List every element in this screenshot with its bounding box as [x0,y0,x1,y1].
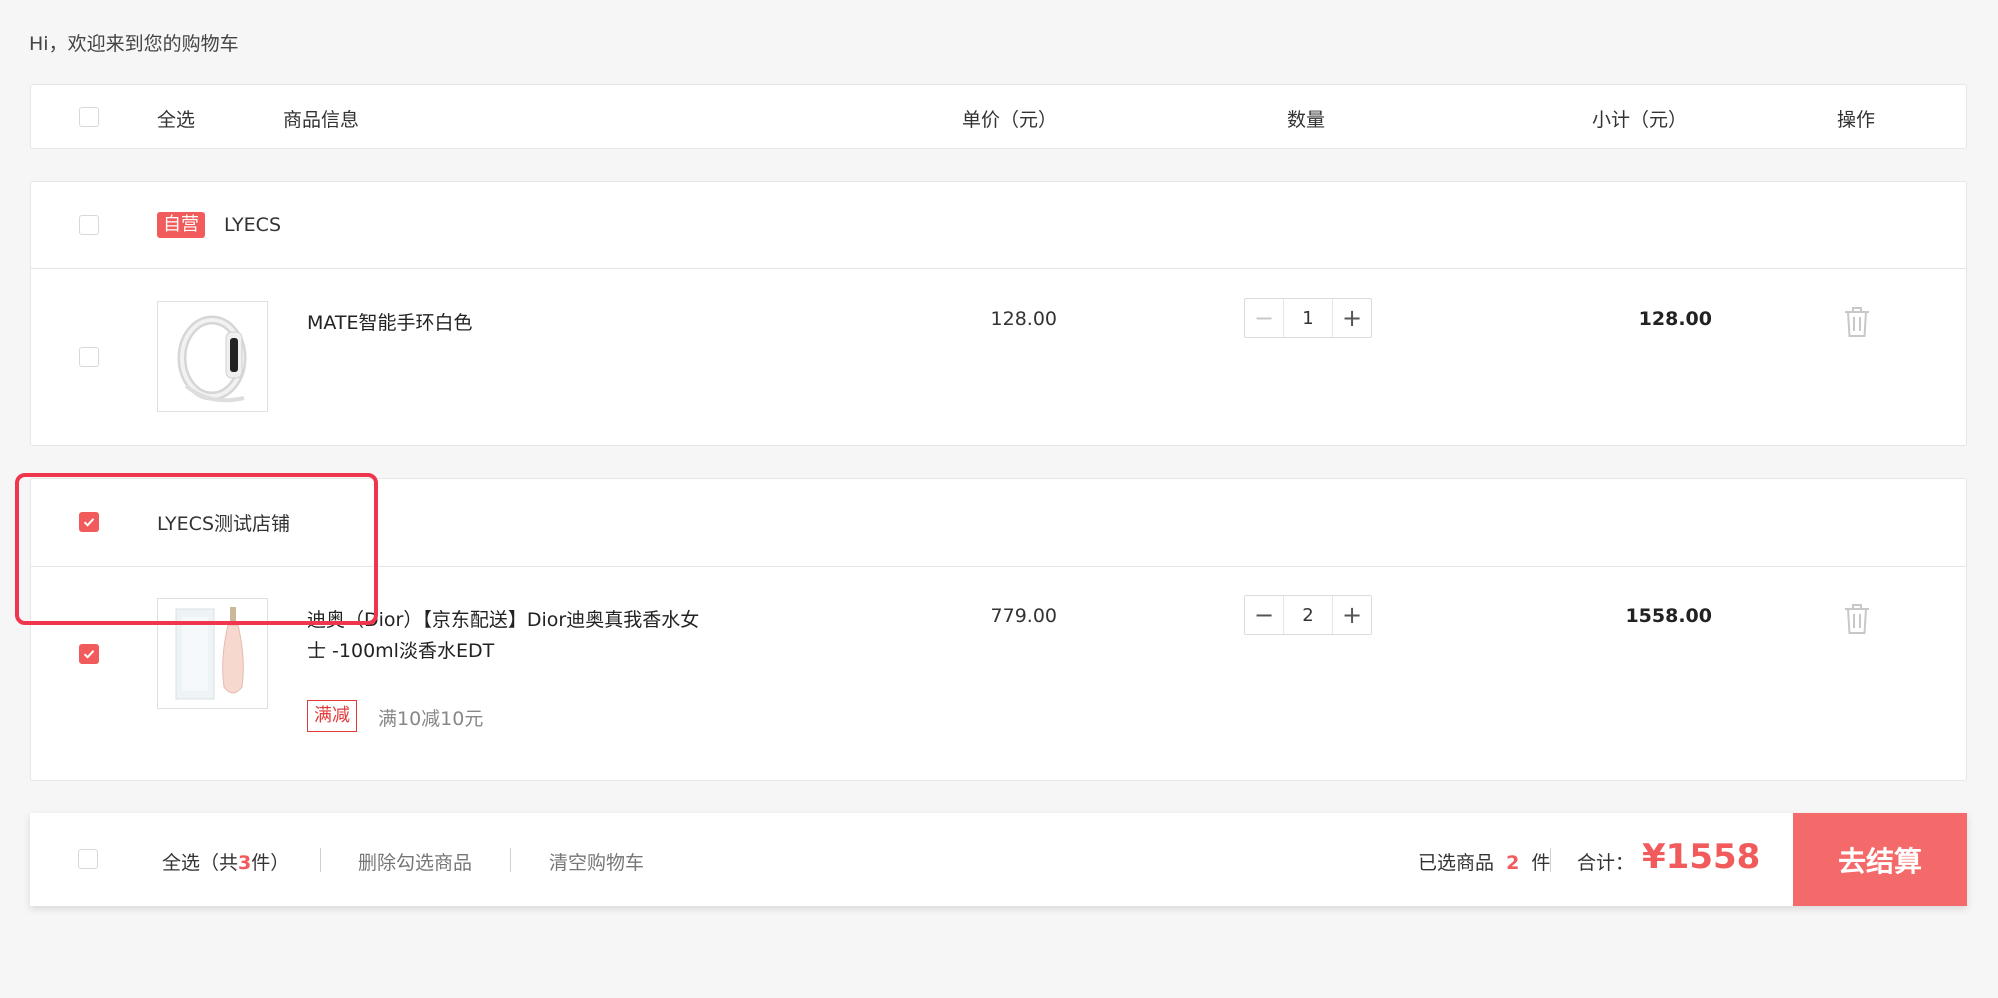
divider [31,268,1966,269]
header-actions: 操作 [1837,109,1876,131]
quantity-input[interactable]: 2 [1283,596,1333,634]
trash-icon[interactable] [1843,306,1871,338]
greeting: Hi，欢迎来到您的购物车 [29,33,239,55]
quantity-input[interactable]: 1 [1283,299,1333,337]
shop-checkbox[interactable] [79,512,99,532]
item-checkbox[interactable] [79,347,99,367]
product-name[interactable]: MATE智能手环白色 [307,308,473,339]
separator [510,848,511,872]
product-name-line: 迪奥（Dior）【京东配送】Dior迪奥真我香水女 [307,609,700,631]
shop-group: LYECS测试店铺 迪奥（Dior）【京东配送】Dior迪奥真我香水女 士 -1… [30,478,1967,781]
clear-cart-link[interactable]: 清空购物车 [549,848,644,875]
decrease-button[interactable]: − [1245,596,1283,634]
item-checkbox[interactable] [79,644,99,664]
product-thumbnail[interactable] [157,598,268,709]
product-name[interactable]: 迪奥（Dior）【京东配送】Dior迪奥真我香水女 士 -100ml淡香水EDT [307,605,747,667]
check-icon [83,650,95,659]
cart-header: 全选 商品信息 单价（元） 数量 小计（元） 操作 [30,84,1967,149]
unit-price: 128.00 [990,308,1057,330]
total-item-count: 3 [238,852,252,874]
total-label: 合计： [1577,852,1635,874]
selected-suffix: 件 [1531,852,1551,874]
increase-button[interactable]: + [1333,596,1371,634]
item-subtotal: 128.00 [1638,308,1712,330]
selected-count: 2 [1506,852,1520,874]
footer-select-all-suffix: 件） [251,852,290,874]
check-icon [83,518,95,527]
selected-count-text: 已选商品 2 件 [1418,848,1550,875]
shop-group: 自营 LYECS MATE智能手环白色 128.00 − 1 + 128.00 [30,181,1967,446]
separator [320,848,321,872]
shop-checkbox[interactable] [79,215,99,235]
increase-button[interactable]: + [1333,299,1371,337]
unit-price: 779.00 [990,605,1057,627]
total-amount: ¥1558 [1642,837,1761,877]
promo-text: 满10减10元 [378,708,484,730]
shop-name[interactable]: LYECS [224,214,281,236]
select-all-checkbox[interactable] [79,107,99,127]
product-thumbnail[interactable] [157,301,268,412]
header-select-all: 全选 [157,109,196,131]
footer-select-all-prefix: 全选（共 [162,852,239,874]
header-quantity: 数量 [1287,109,1326,131]
header-subtotal: 小计（元） [1592,109,1688,131]
self-operated-badge: 自营 [157,212,205,238]
footer-select-all[interactable]: 全选（共3件） [162,848,289,875]
cart-footer: 全选（共3件） 删除勾选商品 清空购物车 已选商品 2 件 合计： ¥1558 … [30,813,1967,906]
delete-selected-link[interactable]: 删除勾选商品 [358,848,472,875]
trash-icon[interactable] [1843,603,1871,635]
product-name-line: 士 -100ml淡香水EDT [307,640,495,662]
checkout-button[interactable]: 去结算 [1793,813,1967,906]
promo-tag: 满减 [307,700,357,732]
quantity-stepper: − 2 + [1244,595,1372,635]
perfume-image [158,599,267,708]
quantity-stepper: − 1 + [1244,298,1372,338]
footer-select-all-checkbox[interactable] [78,849,98,869]
smart-band-image [158,302,267,411]
header-product-info: 商品信息 [283,109,360,131]
header-unit-price: 单价（元） [962,109,1058,131]
decrease-button[interactable]: − [1245,299,1283,337]
divider [31,566,1966,567]
separator [1550,848,1551,872]
selected-prefix: 已选商品 [1418,852,1495,874]
shop-name[interactable]: LYECS测试店铺 [157,509,290,536]
item-subtotal: 1558.00 [1625,605,1712,627]
